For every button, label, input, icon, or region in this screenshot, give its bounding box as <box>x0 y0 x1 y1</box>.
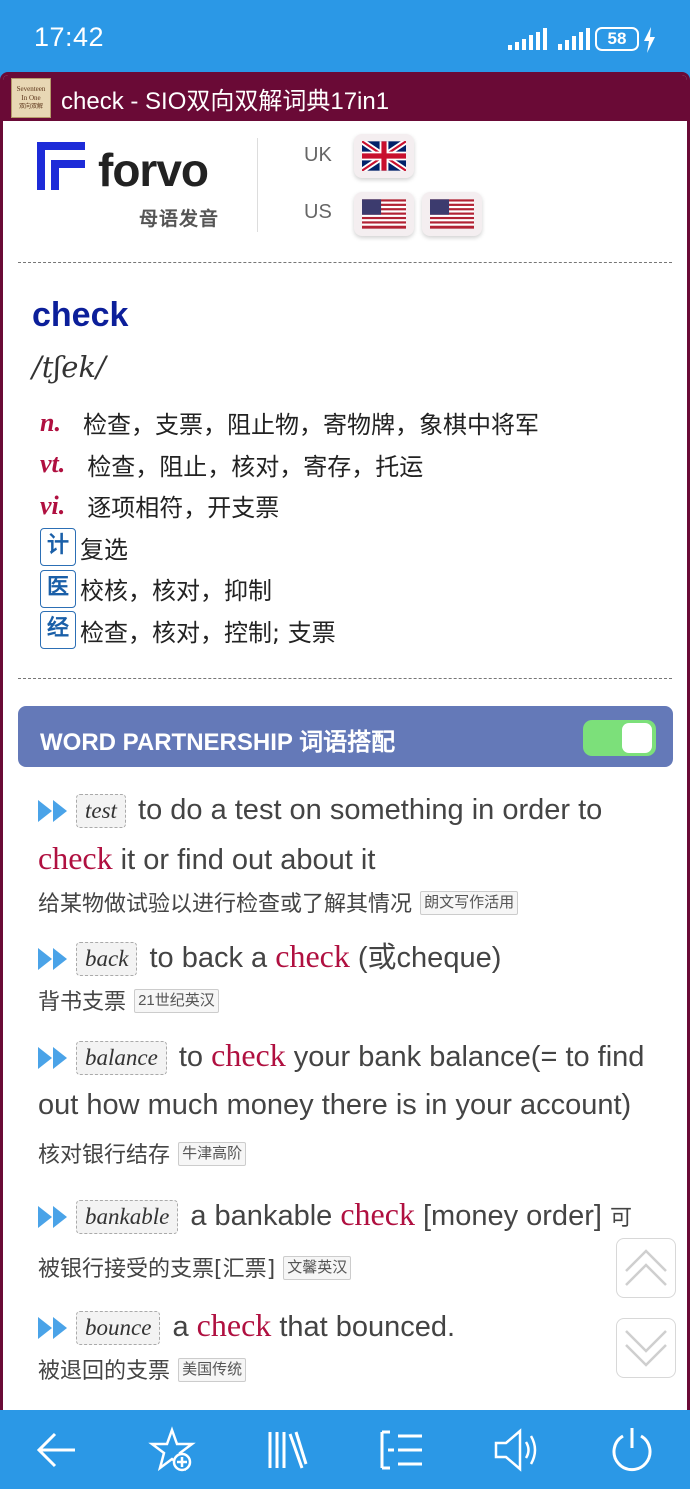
uk-flag-icon <box>362 141 406 171</box>
scroll-down-button[interactable] <box>616 1318 676 1378</box>
title-bar: Seventeen In One 双向双解 check - SIO双向双解词典1… <box>3 75 687 121</box>
definition-row: 计 复选 <box>40 527 539 569</box>
domain-tag-economics: 经 <box>40 611 76 650</box>
uk-pronunciation-button[interactable] <box>354 134 414 178</box>
domain-tag-medicine: 医 <box>40 569 76 608</box>
entry-text: (或cheque) <box>349 942 502 974</box>
signal-2-icon <box>558 28 590 50</box>
partnership-entry: back to back a check (或cheque) 背书支票 21世纪… <box>38 932 650 1021</box>
play-audio-icon[interactable] <box>38 1047 70 1070</box>
status-time: 17:42 <box>34 22 105 52</box>
definition-row: vi. 逐项相符，开支票 <box>40 485 539 527</box>
definition-text: 检查，核对，控制; 支票 <box>80 618 336 647</box>
source-badge: 美国传统 <box>178 1358 247 1383</box>
source-badge: 文馨英汉 <box>283 1256 352 1281</box>
entry-text: to back a <box>141 942 276 974</box>
scroll-up-button[interactable] <box>616 1238 676 1298</box>
partnership-entry: bankable a bankable check [money order] … <box>38 1190 650 1294</box>
definition-row: 经 检查，核对，控制; 支票 <box>40 610 539 652</box>
definition-text: 复选 <box>80 535 128 564</box>
divider <box>18 262 672 263</box>
entry-text: a bankable <box>182 1200 341 1232</box>
highlight-word: check <box>275 938 350 974</box>
chinese-translation: 背书支票 <box>38 990 127 1015</box>
definition-row: n. 检查，支票，阻止物，寄物牌，象棋中将军 <box>40 402 539 444</box>
part-of-speech: vt. <box>40 449 66 479</box>
play-audio-icon[interactable] <box>38 948 70 971</box>
word-partnership-label: WORD PARTNERSHIP 词语搭配 <box>40 729 396 756</box>
us-pronunciation-button-1[interactable] <box>354 192 414 236</box>
us-flag-icon <box>430 199 474 229</box>
collocate-keyword[interactable]: back <box>76 942 138 977</box>
definition-text: 逐项相符，开支票 <box>87 494 280 523</box>
us-label: US <box>304 201 332 223</box>
domain-tag-computing: 计 <box>40 528 76 567</box>
part-of-speech: vi. <box>40 490 66 520</box>
charging-icon <box>644 27 655 53</box>
source-badge: 牛津高阶 <box>178 1142 247 1167</box>
word-partnership-header[interactable]: WORD PARTNERSHIP 词语搭配 <box>18 706 673 767</box>
collocate-keyword[interactable]: bankable <box>76 1200 179 1235</box>
play-audio-icon[interactable] <box>38 800 70 823</box>
library-icon[interactable] <box>262 1426 310 1474</box>
headword: check <box>32 296 129 334</box>
definitions-list: n. 检查，支票，阻止物，寄物牌，象棋中将军 vt. 检查，阻止，核对，寄存，托… <box>40 402 539 651</box>
collocate-keyword[interactable]: bounce <box>76 1311 161 1346</box>
us-pronunciation-button-2[interactable] <box>422 192 482 236</box>
us-flag-icon <box>362 199 406 229</box>
chinese-translation: 给某物做试验以进行检查或了解其情况 <box>38 892 413 917</box>
highlight-word: check <box>196 1307 272 1343</box>
partnership-entry: test to do a test on something in order … <box>38 786 650 923</box>
definition-text: 检查，支票，阻止物，寄物牌，象棋中将军 <box>82 411 539 440</box>
source-badge: 朗文写作活用 <box>420 891 519 916</box>
app-logo: Seventeen In One 双向双解 <box>11 78 51 118</box>
play-audio-icon[interactable] <box>38 1317 70 1340</box>
entry-text: [money order] <box>414 1200 610 1232</box>
header-divider <box>257 138 258 232</box>
highlight-word: check <box>38 840 113 876</box>
entry-text: a <box>164 1311 197 1343</box>
collocate-keyword[interactable]: test <box>76 794 126 829</box>
highlight-word: check <box>211 1037 286 1073</box>
forvo-logo-icon <box>37 142 85 190</box>
signal-1-icon <box>508 28 547 50</box>
star-add-icon[interactable] <box>148 1426 196 1474</box>
definition-row: 医 校核，核对，抑制 <box>40 568 539 610</box>
phonetic: /tʃek/ <box>32 350 106 384</box>
speaker-icon[interactable] <box>492 1426 540 1474</box>
power-icon[interactable] <box>608 1426 656 1474</box>
collocate-keyword[interactable]: balance <box>76 1041 167 1076</box>
source-badge: 21世纪英汉 <box>134 989 219 1014</box>
partnership-entry: balance to check your bank balance(= to … <box>38 1031 650 1180</box>
partnership-entry: bounce a check that bounced. 被退回的支票 美国传统 <box>38 1301 650 1390</box>
entry-text: to do a test on something in order to <box>129 794 603 826</box>
play-audio-icon[interactable] <box>38 1206 70 1229</box>
uk-label: UK <box>304 144 332 166</box>
list-icon[interactable] <box>378 1426 426 1474</box>
forvo-subtitle: 母语发音 <box>139 208 220 230</box>
chevron-up-icon <box>625 1249 667 1286</box>
entry-text: to <box>170 1041 212 1073</box>
divider <box>18 678 672 679</box>
entry-text: that bounced. <box>271 1311 456 1343</box>
forvo-brand: forvo <box>98 144 209 196</box>
chinese-translation: 被退回的支票 <box>38 1359 171 1384</box>
back-arrow-icon[interactable] <box>33 1426 81 1474</box>
definition-text: 检查，阻止，核对，寄存，托运 <box>87 452 424 481</box>
status-bar: 17:42 58 <box>0 0 690 72</box>
entry-text: it or find out about it <box>112 844 376 876</box>
chinese-translation: 核对银行结存 <box>38 1143 171 1168</box>
window-title: check - SIO双向双解词典17in1 <box>61 87 390 115</box>
word-partnership-toggle[interactable] <box>583 720 656 756</box>
highlight-word: check <box>340 1196 415 1232</box>
battery-indicator: 58 <box>595 27 639 51</box>
bottom-toolbar <box>0 1410 690 1489</box>
chevron-down-icon <box>625 1330 667 1367</box>
definition-row: vt. 检查，阻止，核对，寄存，托运 <box>40 444 539 486</box>
definition-text: 校核，核对，抑制 <box>80 577 272 606</box>
part-of-speech: n. <box>40 407 61 437</box>
